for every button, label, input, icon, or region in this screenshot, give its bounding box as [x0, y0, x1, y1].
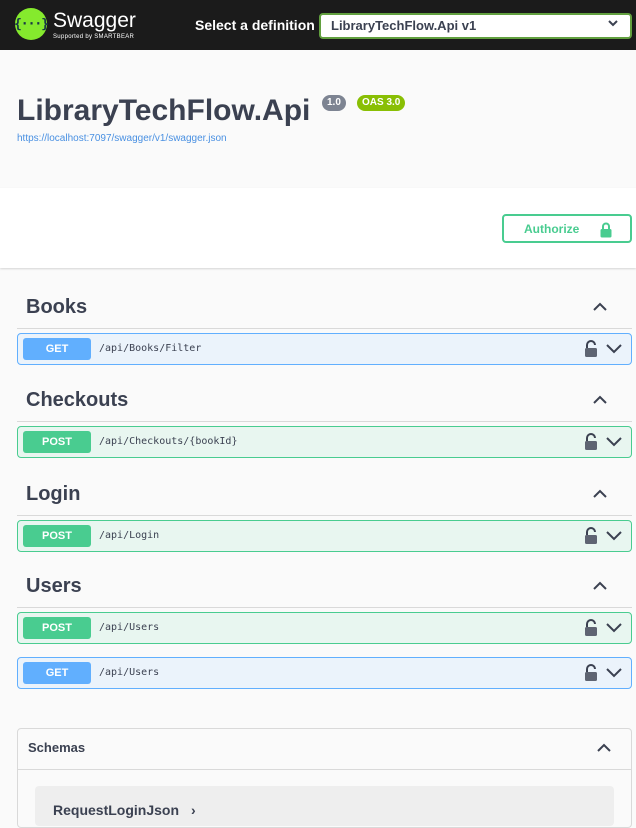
scheme-container: Authorize — [0, 188, 636, 268]
divider — [17, 515, 632, 516]
version-badge: 1.0 — [322, 95, 346, 111]
logo-name[interactable]: Swagger — [53, 9, 136, 33]
definition-select[interactable]: LibraryTechFlow.Api v1 — [319, 13, 632, 39]
api-info: LibraryTechFlow.Api 1.0 OAS 3.0 https://… — [0, 50, 636, 188]
chevron-up-icon[interactable] — [592, 578, 608, 594]
lock-icon[interactable] — [584, 340, 598, 358]
lock-icon[interactable] — [584, 433, 598, 451]
tag-title-books[interactable]: Books — [26, 296, 87, 319]
method-badge: GET — [23, 338, 91, 360]
divider — [17, 421, 632, 422]
lock-icon[interactable] — [584, 527, 598, 545]
model-item[interactable]: RequestLoginJson › — [35, 786, 614, 826]
logo-subtitle: Supported by SMARTBEAR — [53, 34, 135, 40]
chevron-down-icon[interactable] — [605, 621, 623, 635]
lock-icon[interactable] — [584, 664, 598, 682]
tag-title-login[interactable]: Login — [26, 483, 80, 506]
operation-row[interactable]: GET/api/Books/Filter — [17, 333, 632, 365]
divider — [17, 607, 632, 608]
definition-label: Select a definition — [195, 17, 315, 33]
operation-row[interactable]: POST/api/Users — [17, 612, 632, 644]
authorize-button[interactable]: Authorize — [502, 214, 632, 243]
method-badge: POST — [23, 617, 91, 639]
schemas-title[interactable]: Schemas — [28, 740, 85, 755]
topbar: {···} Swagger Supported by SMARTBEAR Sel… — [0, 0, 636, 50]
divider — [17, 328, 632, 329]
chevron-down-icon[interactable] — [605, 529, 623, 543]
definition-selected-value: LibraryTechFlow.Api v1 — [331, 18, 477, 33]
method-badge: POST — [23, 431, 91, 453]
spec-url-link[interactable]: https://localhost:7097/swagger/v1/swagge… — [17, 133, 227, 144]
tag-title-checkouts[interactable]: Checkouts — [26, 389, 128, 412]
operation-path: /api/Login — [99, 530, 160, 541]
chevron-up-icon[interactable] — [596, 740, 612, 756]
method-badge: GET — [23, 662, 91, 684]
tag-title-users[interactable]: Users — [26, 575, 82, 598]
lock-icon — [600, 222, 612, 241]
swagger-logo-icon[interactable]: {···} — [14, 8, 49, 40]
operation-path: /api/Users — [99, 667, 160, 678]
api-title: LibraryTechFlow.Api — [17, 94, 311, 127]
chevron-up-icon[interactable] — [592, 299, 608, 315]
divider — [18, 769, 631, 770]
authorize-label: Authorize — [524, 221, 580, 236]
operation-row[interactable]: GET/api/Users — [17, 657, 632, 689]
method-badge: POST — [23, 525, 91, 547]
operation-row[interactable]: POST/api/Checkouts/{bookId} — [17, 426, 632, 458]
chevron-down-icon[interactable] — [605, 435, 623, 449]
operation-path: /api/Checkouts/{bookId} — [99, 436, 238, 447]
operation-path: /api/Books/Filter — [99, 343, 202, 354]
oas-badge: OAS 3.0 — [357, 95, 406, 111]
chevron-down-icon[interactable] — [605, 666, 623, 680]
chevron-down-icon — [608, 18, 618, 30]
schemas-section: Schemas RequestLoginJson › — [17, 728, 632, 828]
operation-path: /api/Users — [99, 622, 160, 633]
chevron-up-icon[interactable] — [592, 392, 608, 408]
operation-row[interactable]: POST/api/Login — [17, 520, 632, 552]
chevron-down-icon[interactable] — [605, 342, 623, 356]
lock-icon[interactable] — [584, 619, 598, 637]
chevron-up-icon[interactable] — [592, 486, 608, 502]
